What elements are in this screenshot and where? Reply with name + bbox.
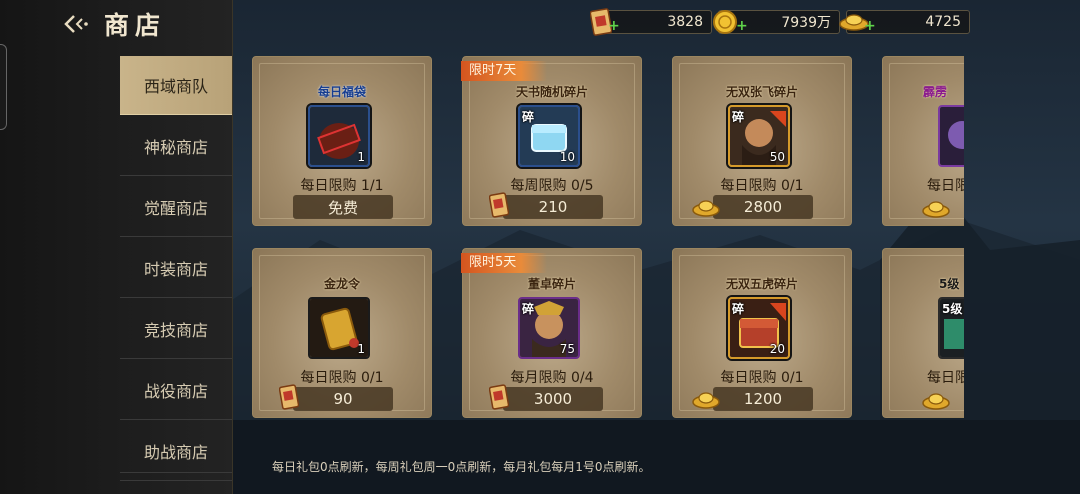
purchase-limit: 每日限	[927, 178, 964, 194]
purchase-limit: 每日限	[927, 370, 964, 386]
sidebar-item-fashion-shop[interactable]: 时装商店	[120, 239, 232, 298]
item-name: 金龙令	[323, 277, 360, 291]
item-name: 5级	[939, 277, 960, 291]
page-title: 商店	[104, 11, 167, 40]
fragment-badge: 碎	[522, 110, 535, 124]
sidebar-item-mystery-shop[interactable]: 神秘商店	[120, 117, 232, 176]
item-icon-frame: 5级	[938, 297, 964, 359]
item-quantity: 75	[559, 342, 575, 356]
item-name: 天书随机碎片	[515, 85, 588, 99]
buy-button[interactable]: 3000	[489, 384, 603, 411]
sidebar-item-label: 西域商队	[143, 77, 208, 96]
fragment-badge: 碎	[522, 302, 535, 316]
gold-ingot-icon	[922, 201, 950, 218]
sidebar-item-label: 神秘商店	[143, 138, 208, 157]
sidebar-item-campaign-shop[interactable]: 战役商店	[120, 361, 232, 420]
item-name: 董卓碎片	[527, 277, 576, 291]
sidebar-item-western-caravan[interactable]: 西域商队	[120, 56, 232, 115]
buy-button[interactable]: 2800	[692, 195, 813, 219]
back-arrow-icon[interactable]	[62, 10, 90, 38]
gold-ingot-icon	[922, 393, 950, 410]
shop-item-card[interactable]: 无双五虎碎片 碎 20 每日限购 0/1 1200	[672, 248, 852, 418]
add-ingot-icon[interactable]: +	[864, 18, 876, 34]
price-label: 3000	[533, 390, 573, 408]
time-limit-ribbon: 限时5天	[461, 253, 547, 273]
shop-item-card[interactable]: 无双张飞碎片 碎 50 每日限购 0/1 2800	[672, 56, 852, 226]
item-quantity: 1	[357, 342, 365, 356]
buy-button[interactable]: 210	[489, 192, 603, 219]
buy-button[interactable]: 免费	[293, 195, 393, 219]
item-quantity: 50	[769, 150, 785, 164]
shop-item-card[interactable]: 限时7天 天书随机碎片 碎 10 每周限购 0/5 210	[461, 56, 642, 226]
item-name: 每日福袋	[317, 85, 366, 99]
fragment-badge: 碎	[732, 110, 745, 124]
add-gold-icon[interactable]: +	[736, 18, 748, 34]
item-icon-frame: 碎 10	[518, 105, 580, 167]
time-limit-ribbon: 限时7天	[461, 61, 547, 81]
item-name: 无双五虎碎片	[725, 277, 798, 291]
item-quantity: 20	[769, 342, 785, 356]
item-icon-frame: 碎 20	[728, 297, 790, 359]
item-icon-frame: 碎 75	[518, 297, 580, 359]
ticket-icon	[279, 384, 299, 410]
partial-item-icon	[940, 107, 964, 165]
sidebar-nav: 西域商队 神秘商店 觉醒商店 时装商店 竞技商店 战役商店 助战商店	[120, 56, 232, 483]
refresh-note: 每日礼包0点刷新，每周礼包周一0点刷新，每月礼包每月1号0点刷新。	[272, 460, 651, 474]
shop-item-card[interactable]: 限时5天 董卓碎片 碎 75 每月限购 0/4 3000	[461, 248, 642, 418]
sidebar-item-arena-shop[interactable]: 竞技商店	[120, 300, 232, 359]
item-quantity: 1	[357, 150, 365, 164]
divider	[120, 472, 232, 473]
item-icon-frame: 碎 50	[728, 105, 790, 167]
price-label: 210	[538, 198, 568, 216]
price-label: 1200	[743, 390, 783, 408]
item-icon-frame: 1	[308, 297, 370, 359]
item-name: 无双张飞碎片	[725, 85, 798, 99]
purchase-limit: 每日限购 0/1	[720, 370, 804, 386]
ticket-icon	[489, 384, 509, 410]
header: 商店	[62, 6, 166, 42]
sidebar-item-label: 觉醒商店	[143, 199, 208, 218]
shop-item-card[interactable]: 5级 5级 每日限	[882, 248, 964, 418]
item-icon-frame: 1	[308, 105, 370, 167]
shop-item-card[interactable]: 每日福袋 1 每日限购 1/1 免费	[252, 56, 432, 226]
purchase-limit: 每日限购 1/1	[300, 178, 384, 194]
sidebar: 商店 西域商队 神秘商店 觉醒商店 时装商店 竞技商店 战役商店 助战商店	[0, 0, 233, 494]
sidebar-item-label: 助战商店	[143, 443, 208, 462]
buy-button[interactable]: 90	[279, 384, 393, 411]
fragment-badge: 碎	[732, 302, 745, 316]
currency-value: 4725	[925, 14, 961, 30]
currency-value: 7939万	[781, 15, 831, 31]
shop-item-card[interactable]: 霹雳 每日限	[882, 56, 964, 226]
sidebar-item-awakening-shop[interactable]: 觉醒商店	[120, 178, 232, 237]
shop-item-card[interactable]: 金龙令 1 每日限购 0/1 90	[252, 248, 432, 418]
sidebar-item-label: 时装商店	[143, 260, 208, 279]
level-badge: 5级	[942, 302, 963, 316]
price-label: 90	[333, 390, 353, 408]
gold-ingot-icon	[692, 392, 720, 409]
add-ticket-icon[interactable]: +	[608, 18, 620, 34]
buy-button[interactable]: 1200	[692, 387, 813, 411]
item-icon-frame	[938, 105, 964, 167]
currency-value: 3828	[667, 14, 703, 30]
price-label: 免费	[327, 198, 358, 217]
sidebar-item-label: 战役商店	[143, 382, 208, 401]
sidebar-item-label: 竞技商店	[143, 321, 208, 340]
item-quantity: 10	[559, 150, 575, 164]
purchase-limit: 每日限购 0/1	[720, 178, 804, 194]
drawer-handle[interactable]	[0, 44, 7, 130]
shop-grid: 每日福袋 1 每日限购 1/1 免费 限时7天 天书随机碎片 碎 10 每周限购…	[252, 56, 964, 420]
price-label: 2800	[743, 198, 783, 216]
gold-ingot-icon	[692, 200, 720, 217]
item-name: 霹雳	[923, 85, 948, 99]
ticket-icon	[489, 192, 509, 218]
